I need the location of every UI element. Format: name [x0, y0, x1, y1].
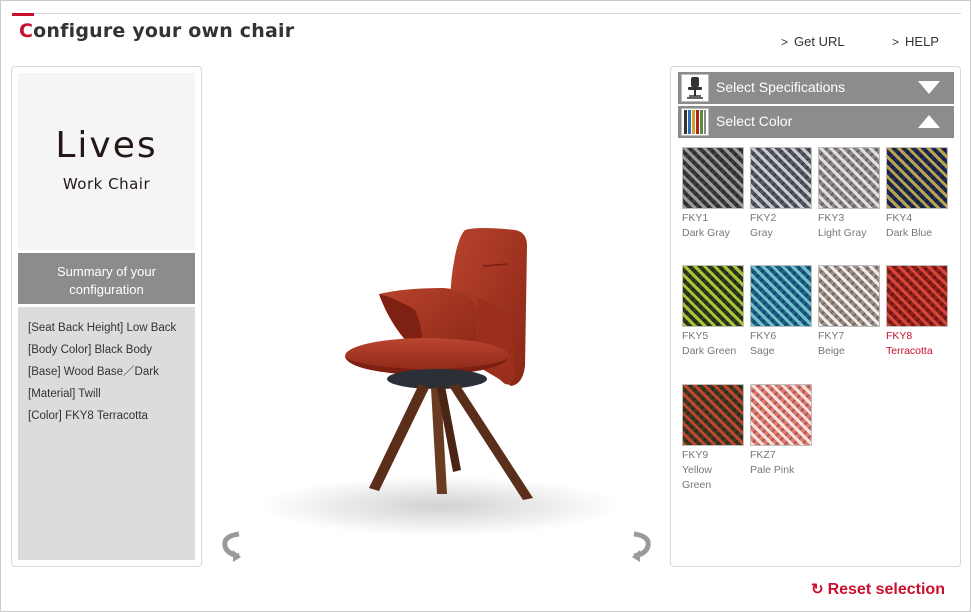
swatch-code: FKY5: [682, 330, 709, 342]
summary-heading: Summary of your configuration: [18, 253, 195, 304]
swatch-name: Yellow Green: [682, 464, 712, 491]
swatch-code: FKY6: [750, 330, 777, 342]
swatch-fabric-image: [886, 265, 948, 327]
chevron-up-icon: [918, 115, 940, 128]
summary-item-material: [Material] Twill: [28, 388, 101, 400]
swatch-name: Dark Gray: [682, 227, 730, 239]
title-accent-bar: [12, 13, 34, 16]
page-title-initial: C: [19, 20, 34, 42]
swatch-fabric-image: [750, 265, 812, 327]
swatch-fabric-image: [818, 265, 880, 327]
reset-selection-label: Reset selection: [827, 581, 945, 598]
swatch-name: Dark Green: [682, 345, 737, 357]
product-name: Lives: [55, 125, 158, 166]
reset-selection-button[interactable]: ↻ Reset selection: [811, 580, 945, 599]
swatch-code: FKY9: [682, 449, 709, 461]
swatch-code: FKY3: [818, 212, 845, 224]
chair-image: [260, 228, 620, 536]
get-url-link[interactable]: > Get URL: [781, 34, 845, 49]
swatch-code: FKY4: [886, 212, 913, 224]
summary-item-color: [Color] FKY8 Terracotta: [28, 410, 148, 422]
swatch-fabric-image: [750, 384, 812, 446]
chevron-right-icon: >: [781, 35, 789, 49]
swatch-name: Light Gray: [818, 227, 867, 239]
chevron-right-icon: >: [892, 35, 900, 49]
rotate-left-button[interactable]: [219, 530, 243, 562]
page-title: Configure your own chair: [19, 20, 294, 42]
swatch-name: Dark Blue: [886, 227, 933, 239]
swatch-name: Beige: [818, 345, 845, 357]
color-swatch-fkz7[interactable]: FKZ7 Pale Pink: [750, 384, 814, 478]
swatch-fabric-image: [682, 147, 744, 209]
summary-item-body-color: [Body Color] Black Body: [28, 344, 153, 356]
color-swatch-fky7[interactable]: FKY7 Beige: [818, 265, 882, 359]
get-url-label: Get URL: [794, 34, 845, 49]
fabric-strip-icon: [681, 108, 709, 136]
swatch-fabric-image: [682, 265, 744, 327]
rotate-right-icon: [632, 531, 651, 562]
help-label: HELP: [905, 34, 939, 49]
color-swatch-fky3[interactable]: FKY3 Light Gray: [818, 147, 882, 241]
swatch-fabric-image: [682, 384, 744, 446]
summary-item-seat-back-height: [Seat Back Height] Low Back: [28, 322, 177, 334]
help-link[interactable]: > HELP: [892, 34, 939, 49]
select-specifications-header[interactable]: Select Specifications: [678, 72, 954, 104]
reset-icon: ↻: [811, 581, 824, 598]
select-color-label: Select Color: [716, 113, 793, 129]
header-divider: [34, 13, 961, 14]
summary-list: [Seat Back Height] Low Back [Body Color]…: [18, 307, 195, 560]
swatch-name: Gray: [750, 227, 773, 239]
summary-item-base: [Base] Wood Base／Dark: [28, 366, 159, 378]
chair-preview[interactable]: [215, 66, 665, 566]
color-swatch-fky8[interactable]: FKY8 Terracotta: [886, 265, 950, 359]
color-swatch-fky2[interactable]: FKY2 Gray: [750, 147, 814, 241]
swatch-name: Pale Pink: [750, 464, 795, 476]
select-specifications-label: Select Specifications: [716, 79, 846, 95]
summary-heading-line2: configuration: [69, 282, 144, 297]
swatch-code: FKZ7: [750, 449, 776, 461]
swatch-code: FKY8: [886, 330, 913, 342]
chevron-down-icon: [918, 81, 940, 94]
swatch-name: Sage: [750, 345, 775, 357]
color-swatch-fky1[interactable]: FKY1 Dark Gray: [682, 147, 746, 241]
color-swatch-fky5[interactable]: FKY5 Dark Green: [682, 265, 746, 359]
product-summary-panel: Lives Work Chair Summary of your configu…: [11, 66, 202, 567]
color-swatch-fky9[interactable]: FKY9 Yellow Green: [682, 384, 746, 493]
product-subtitle: Work Chair: [62, 175, 151, 193]
chair-icon: [681, 74, 709, 102]
select-color-header[interactable]: Select Color: [678, 106, 954, 138]
rotate-left-icon: [222, 531, 241, 562]
options-panel: Select Specifications Select Color FKY1 D…: [670, 66, 961, 567]
color-swatch-fky4[interactable]: FKY4 Dark Blue: [886, 147, 950, 241]
swatch-code: FKY7: [818, 330, 845, 342]
rotate-right-button[interactable]: [630, 530, 654, 562]
swatch-name: Terracotta: [886, 345, 933, 357]
page-title-rest: onfigure your own chair: [33, 20, 295, 42]
summary-heading-line1: Summary of your: [57, 264, 156, 279]
swatch-code: FKY1: [682, 212, 709, 224]
swatch-fabric-image: [886, 147, 948, 209]
swatch-fabric-image: [750, 147, 812, 209]
color-swatch-fky6[interactable]: FKY6 Sage: [750, 265, 814, 359]
swatch-code: FKY2: [750, 212, 777, 224]
product-logo: Lives Work Chair: [18, 73, 195, 250]
swatch-fabric-image: [818, 147, 880, 209]
